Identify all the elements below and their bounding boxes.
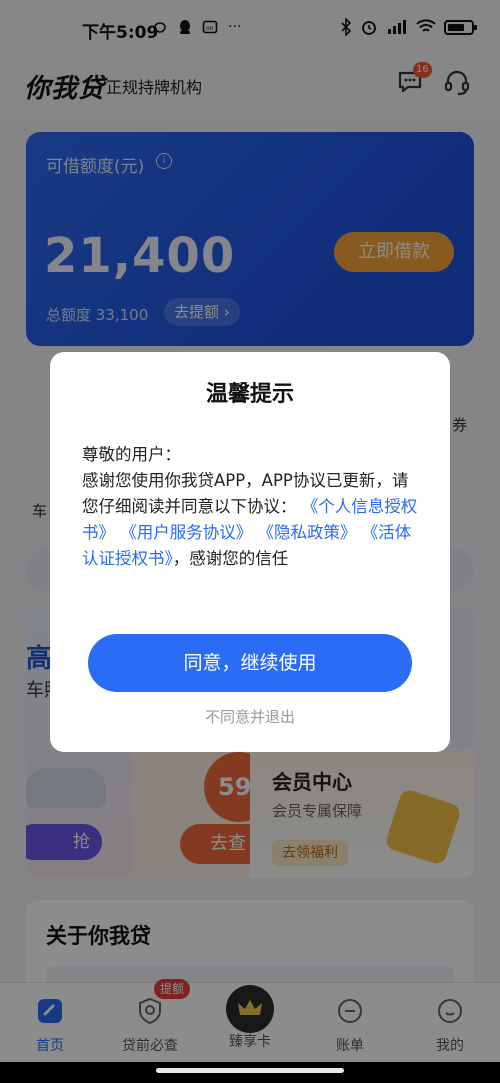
dialog-title: 温馨提示	[205, 382, 294, 407]
dialog-message: 感谢您使用你我贷APP，APP协议已更新，请您仔细阅读并同意以下协议： 《个人信…	[82, 468, 424, 572]
dialog-text-after: ，感谢您的信任	[172, 549, 289, 568]
gesture-bar	[0, 1062, 500, 1083]
link-privacy-policy[interactable]: 《隐私政策》	[258, 523, 357, 542]
dialog-greeting: 尊敬的用户：	[82, 445, 181, 464]
decline-exit-link[interactable]: 不同意并退出	[50, 706, 450, 727]
agreement-dialog: 温馨提示 尊敬的用户： 感谢您使用你我贷APP，APP协议已更新，请您仔细阅读并…	[50, 352, 450, 752]
dialog-body: 尊敬的用户： 感谢您使用你我贷APP，APP协议已更新，请您仔细阅读并同意以下协…	[82, 442, 424, 572]
link-user-service-agreement[interactable]: 《用户服务协议》	[120, 523, 252, 542]
agree-continue-button[interactable]: 同意，继续使用	[88, 634, 412, 692]
